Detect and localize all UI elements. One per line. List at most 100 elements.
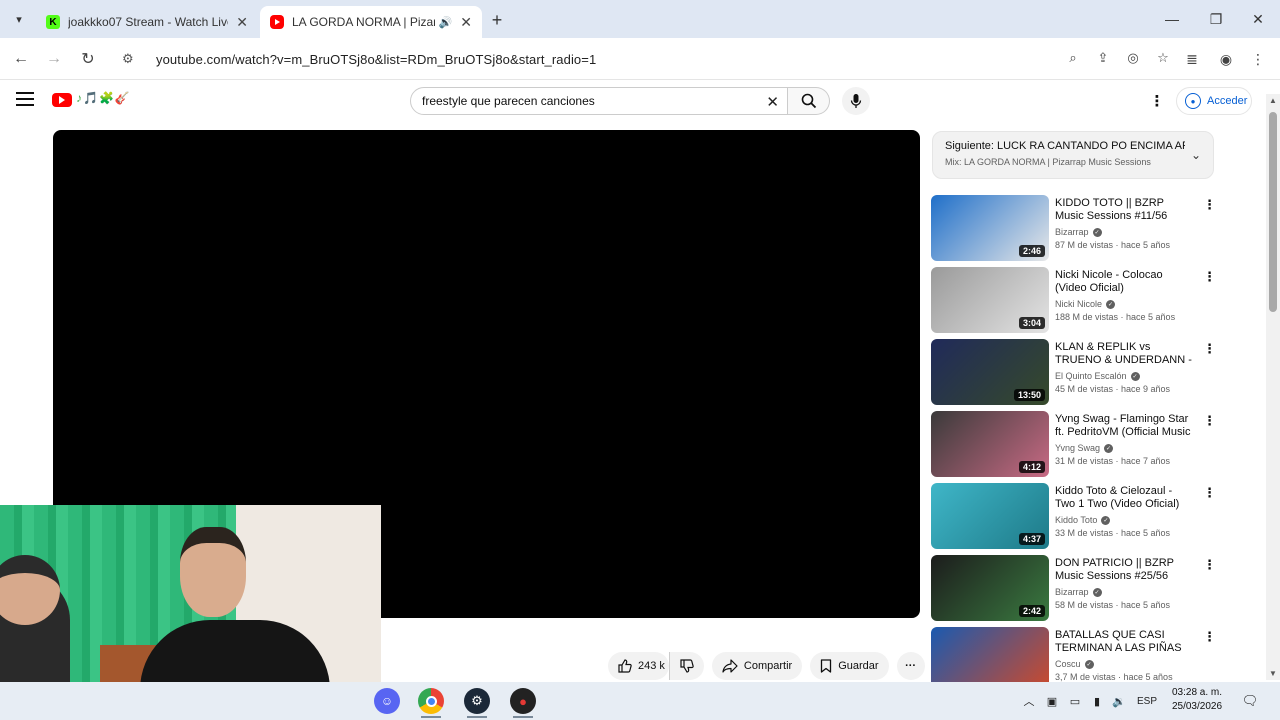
clear-search-icon[interactable]: ✕ (766, 93, 779, 111)
recommended-video[interactable]: 2:42 DON PATRICIO || BZRP Music Sessions … (931, 555, 1216, 621)
close-tab-icon[interactable]: ✕ (460, 14, 472, 31)
video-title[interactable]: Yvng Swag - Flamingo Star ft. PedritoVM … (1055, 413, 1195, 439)
bookmark-star-icon[interactable]: ☆ (1154, 49, 1172, 67)
more-horizontal-icon: ··· (905, 660, 917, 672)
steam-icon[interactable]: ⚙ (464, 688, 490, 714)
channel-name[interactable]: Kiddo Toto (1055, 515, 1097, 525)
video-thumbnail[interactable]: 3:04 (931, 267, 1049, 333)
recommended-video[interactable]: 2:46 KIDDO TOTO || BZRP Music Sessions #1… (931, 195, 1216, 261)
new-tab-plus-icon[interactable]: + (486, 9, 508, 31)
video-thumbnail[interactable]: 2:46 (931, 195, 1049, 261)
zoom-icon[interactable]: ⌕ (1064, 49, 1082, 67)
url-text[interactable]: youtube.com/watch?v=m_BruOTSj8o&list=RDm… (156, 52, 596, 67)
more-vertical-icon[interactable]: ⋮ (1203, 341, 1216, 357)
video-title[interactable]: BATALLAS QUE CASI TERMINAN A LAS PIÑAS C… (1055, 629, 1195, 655)
youtube-doodle[interactable]: ♪🎵🧩🎸 (76, 91, 131, 105)
more-actions-button[interactable]: ··· (896, 652, 925, 680)
channel-name[interactable]: El Quinto Escalón (1055, 371, 1127, 381)
save-label: Guardar (838, 660, 879, 672)
close-tab-icon[interactable]: ✕ (236, 14, 248, 31)
recommended-video[interactable]: 13:50 KLAN & REPLIK vs TRUENO & UNDERDANN… (931, 339, 1216, 405)
more-vertical-icon[interactable]: ⋮ (1203, 413, 1216, 429)
tab-search-chevron-icon[interactable]: ▾ (8, 8, 30, 30)
profile-icon[interactable]: ◉ (1214, 47, 1238, 71)
back-arrow-icon[interactable]: ← (9, 47, 33, 71)
video-title[interactable]: KLAN & REPLIK vs TRUENO & UNDERDANN - FI… (1055, 341, 1195, 367)
more-vertical-icon[interactable]: ⋮ (1203, 269, 1216, 285)
chrome-icon[interactable] (418, 688, 444, 714)
search-input[interactable]: freestyle que parecen canciones ✕ (410, 87, 788, 115)
recommended-video[interactable]: 3:04 Nicki Nicole - Colocao (Video Oficia… (931, 267, 1216, 333)
obs-icon[interactable]: ● (510, 688, 536, 714)
language-indicator[interactable]: ESP (1134, 692, 1160, 710)
share-button[interactable]: Compartir (711, 652, 803, 680)
like-button[interactable]: 243 k (608, 652, 669, 680)
video-title[interactable]: Kiddo Toto & Cielozaul - Two 1 Two (Vide… (1055, 485, 1195, 511)
install-app-icon[interactable]: ⇪ (1094, 49, 1112, 67)
reload-icon[interactable]: ↻ (76, 47, 100, 71)
tab-youtube-video[interactable]: LA GORDA NORMA | Pizarrap 🔊 ✕ (260, 6, 482, 38)
tab-kick-stream[interactable]: K joakkko07 Stream - Watch Live ✕ (36, 6, 258, 38)
scroll-up-arrow-icon[interactable]: ▲ (1269, 96, 1277, 105)
more-vertical-icon[interactable]: ⋮ (1203, 629, 1216, 645)
settings-more-icon[interactable]: ⋮ (1150, 92, 1165, 110)
search-button[interactable] (788, 87, 830, 115)
recommended-video[interactable]: 4:37 Kiddo Toto & Cielozaul - Two 1 Two (… (931, 483, 1216, 549)
recommended-video[interactable]: BATALLAS QUE CASI TERMINAN A LAS PIÑAS C… (931, 627, 1216, 682)
voice-search-button[interactable] (842, 87, 870, 115)
channel-name[interactable]: Bizarrap (1055, 587, 1089, 597)
video-actions: 243 k Compartir Guardar ··· (608, 652, 925, 680)
video-title[interactable]: Nicki Nicole - Colocao (Video Oficial) (1055, 269, 1195, 295)
menu-hamburger-icon[interactable] (16, 92, 34, 106)
up-next-panel[interactable]: Siguiente: LUCK RA CANTANDO PO ENCIMA AR… (932, 131, 1214, 179)
speaker-icon[interactable]: 🔊 (439, 16, 453, 29)
restore-icon[interactable]: ❐ (1196, 6, 1236, 32)
search-icon (801, 93, 816, 109)
video-thumbnail[interactable]: 13:50 (931, 339, 1049, 405)
close-window-icon[interactable]: ✕ (1238, 6, 1278, 32)
network-icon[interactable]: ▭ (1066, 692, 1084, 710)
dislike-button[interactable] (668, 652, 704, 680)
sign-in-button[interactable]: ● Acceder (1176, 87, 1252, 115)
channel-name[interactable]: Nicki Nicole (1055, 299, 1102, 309)
video-thumbnail[interactable]: 2:42 (931, 555, 1049, 621)
browser-menu-icon[interactable]: ⋮ (1246, 47, 1270, 71)
video-duration: 4:37 (1018, 533, 1045, 545)
site-settings-icon[interactable]: ⚙ (122, 51, 142, 67)
tray-chevron-up-icon[interactable]: ︿ (1020, 692, 1038, 710)
clock[interactable]: 03:28 a. m. 25/03/2026 (1162, 686, 1232, 714)
address-bar[interactable]: ⚙ youtube.com/watch?v=m_BruOTSj8o&list=R… (112, 43, 1172, 75)
more-vertical-icon[interactable]: ⋮ (1203, 485, 1216, 501)
page-scrollbar[interactable]: ▲ ▼ (1266, 94, 1280, 680)
channel-name[interactable]: Yvng Swag (1055, 443, 1100, 453)
scroll-down-arrow-icon[interactable]: ▼ (1269, 669, 1277, 678)
media-controls-icon[interactable]: ≣ (1180, 47, 1204, 71)
video-thumbnail[interactable] (931, 627, 1049, 682)
volume-icon[interactable]: 🔉 (1110, 692, 1128, 710)
more-vertical-icon[interactable]: ⋮ (1203, 197, 1216, 213)
video-thumbnail[interactable]: 4:37 (931, 483, 1049, 549)
tray-app-icon[interactable]: ▣ (1043, 692, 1061, 710)
forward-arrow-icon[interactable]: → (42, 47, 66, 71)
tracking-protection-icon[interactable]: ◎ (1124, 49, 1142, 67)
kick-icon: K (46, 15, 60, 29)
save-button[interactable]: Guardar (810, 652, 889, 680)
thumbs-down-icon (680, 659, 694, 673)
discord-icon[interactable]: ☺ (374, 688, 400, 714)
video-duration: 13:50 (1013, 389, 1045, 401)
video-title[interactable]: KIDDO TOTO || BZRP Music Sessions #11/56 (1055, 197, 1195, 223)
youtube-logo-icon[interactable] (52, 93, 72, 107)
video-meta: 3,7 M de vistas · hace 5 años (1055, 672, 1173, 682)
more-vertical-icon[interactable]: ⋮ (1203, 557, 1216, 573)
channel-name[interactable]: Bizarrap (1055, 227, 1089, 237)
recommended-video[interactable]: 4:12 Yvng Swag - Flamingo Star ft. Pedrit… (931, 411, 1216, 477)
scrollbar-thumb[interactable] (1269, 112, 1277, 312)
minimize-icon[interactable]: — (1152, 6, 1192, 32)
chevron-down-icon[interactable]: ⌄ (1191, 148, 1201, 162)
video-title[interactable]: DON PATRICIO || BZRP Music Sessions #25/… (1055, 557, 1195, 583)
video-thumbnail[interactable]: 4:12 (931, 411, 1049, 477)
verified-check-icon: ✓ (1084, 659, 1094, 669)
battery-icon[interactable]: ▮ (1088, 692, 1106, 710)
notification-icon[interactable]: 🗨 (1240, 691, 1260, 711)
channel-name[interactable]: Coscu (1055, 659, 1081, 669)
